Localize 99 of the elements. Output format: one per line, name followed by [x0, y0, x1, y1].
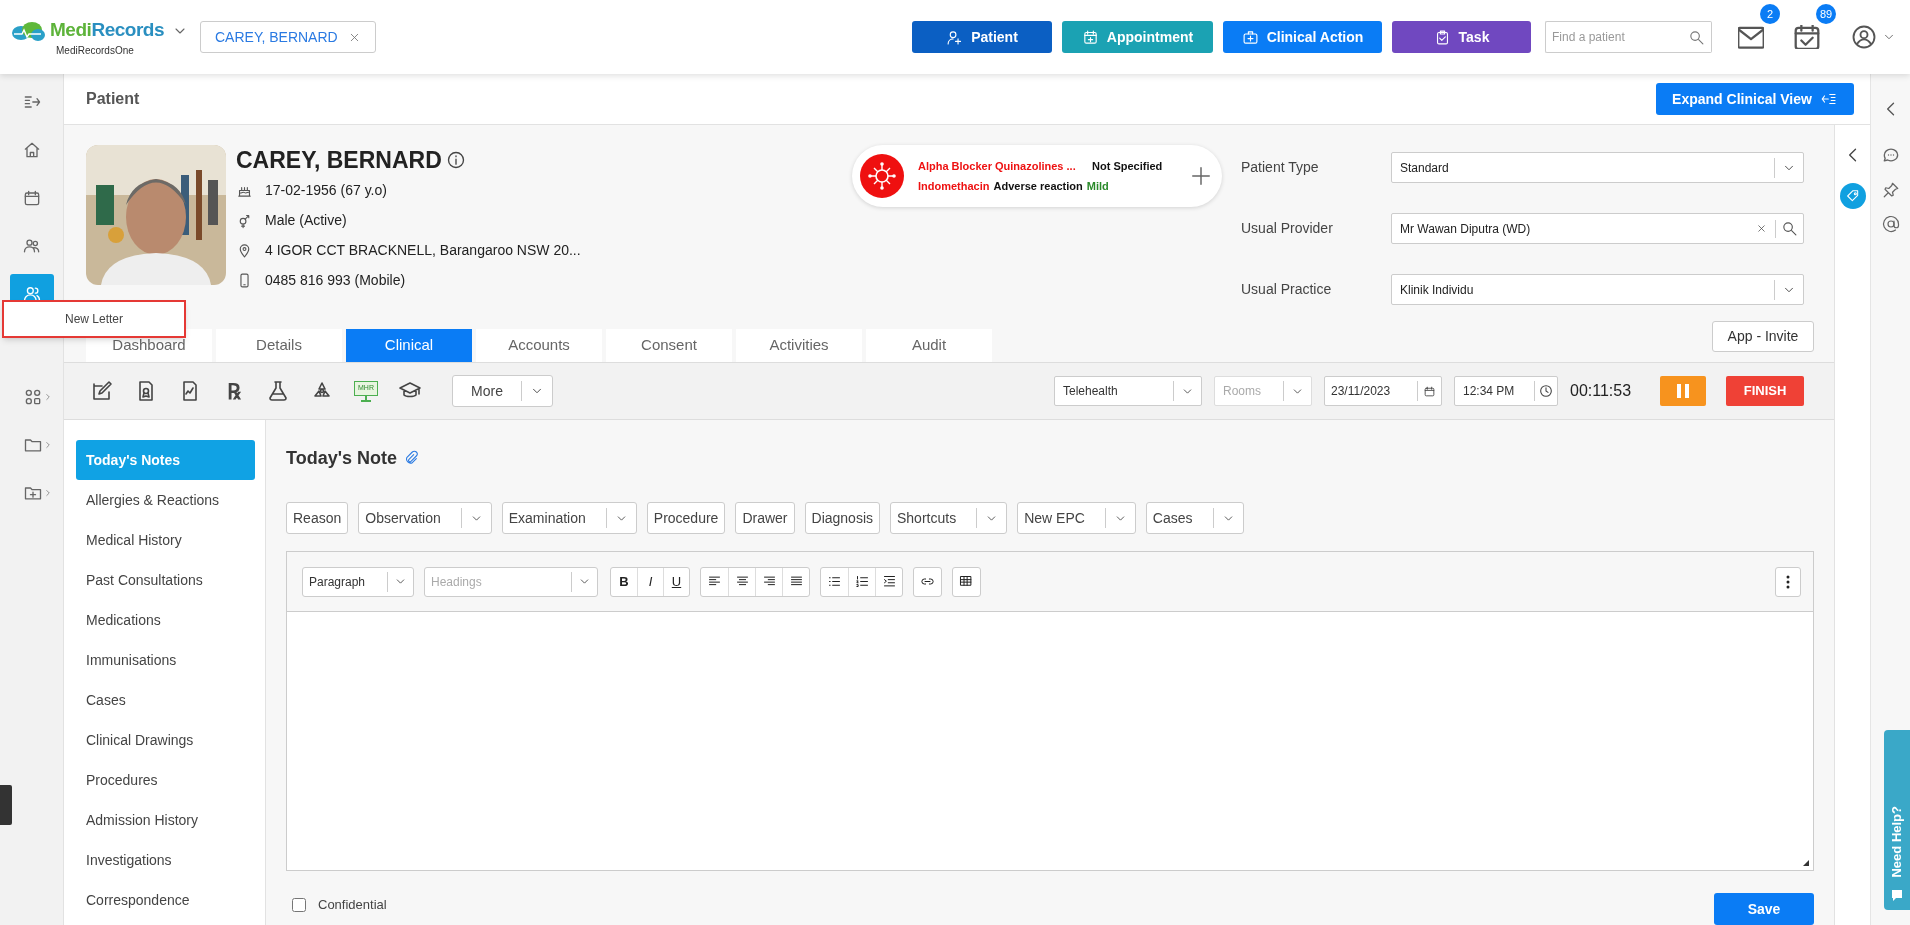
page-title: Patient [86, 89, 140, 109]
note-button[interactable]: Drawer [735, 502, 795, 534]
search-icon[interactable] [1781, 220, 1798, 237]
kebab-menu-icon [1786, 574, 1790, 589]
tab[interactable]: Details [216, 329, 342, 362]
flask-icon[interactable] [266, 379, 290, 403]
resize-handle-icon[interactable] [1803, 860, 1809, 866]
open-patient-tab[interactable]: CAREY, BERNARD [200, 21, 376, 53]
tab[interactable]: Activities [736, 329, 862, 362]
patient-detail: Male (Active) [265, 210, 347, 230]
action-button[interactable]: Patient [912, 21, 1052, 53]
virus-icon [860, 154, 904, 198]
action-button[interactable]: Clinical Action [1223, 21, 1382, 53]
format-button[interactable]: I [637, 567, 663, 596]
numbered-list-icon [854, 574, 870, 589]
clear-icon[interactable] [1756, 223, 1767, 234]
clinical-nav-item[interactable]: Investigations [76, 840, 255, 880]
tab[interactable]: Audit [866, 329, 992, 362]
side-handle[interactable] [0, 785, 12, 825]
dropdown-button[interactable]: Observation [358, 502, 492, 534]
clinical-nav-item[interactable]: Admission History [76, 800, 255, 840]
action-button[interactable]: Task [1392, 21, 1531, 53]
tab[interactable]: Accounts [476, 329, 602, 362]
more-dropdown[interactable]: More [452, 375, 553, 407]
menu-item[interactable]: New Letter [65, 310, 123, 328]
clinical-nav-item[interactable]: Medical History [76, 520, 255, 560]
app-invite-button[interactable]: App - Invite [1712, 321, 1814, 352]
patient-detail: 4 IGOR CCT BRACKNELL, Barangaroo NSW 20... [265, 240, 581, 260]
count-badge: 89 [1816, 4, 1836, 24]
add-icon[interactable] [1190, 165, 1212, 187]
date-field[interactable]: 23/11/2023 [1324, 376, 1442, 406]
cloud-logo-icon [10, 19, 46, 42]
timer: 00:11:53 [1570, 381, 1633, 401]
finish-button[interactable]: FINISH [1726, 376, 1804, 406]
clinical-nav-item[interactable]: Cases [76, 680, 255, 720]
mail-icon[interactable] [1738, 25, 1764, 49]
clinical-nav-item[interactable]: Clinical Drawings [76, 720, 255, 760]
allergy-card[interactable]: Alpha Blocker Quinazolines ... Not Specified Indomethacin Adverse reaction Mild [852, 145, 1222, 207]
dropdown-button[interactable]: Cases [1145, 502, 1244, 534]
allergy-reaction: Adverse reaction [993, 179, 1083, 194]
brand-name: MediRecords [50, 18, 165, 43]
user-plus-icon [946, 28, 964, 46]
speech-bubble-icon [1890, 888, 1904, 902]
medical-kit-icon [1241, 28, 1259, 46]
indent-icon [881, 574, 897, 589]
allergy-substance: Indomethacin [918, 179, 990, 194]
note-button[interactable]: Reason [286, 502, 349, 534]
patient-detail: 0485 816 993 (Mobile) [265, 270, 406, 290]
clinical-nav-item[interactable]: Past Consultations [76, 560, 255, 600]
note-button[interactable]: Diagnosis [804, 502, 880, 534]
field-label: Patient Type [1241, 158, 1320, 177]
info-icon[interactable] [445, 150, 466, 170]
patient-detail: 17-02-1956 (67 y.o) [265, 180, 387, 200]
clinical-nav-item[interactable]: Medications [76, 600, 255, 640]
brand-subtitle: MediRecordsOne [56, 43, 134, 58]
tag-icon [1844, 188, 1861, 204]
clinical-nav-item[interactable]: Immunisations [76, 640, 255, 680]
provider-search-field[interactable]: Mr Wawan Diputra (WD) [1391, 213, 1804, 244]
allergy-reaction: Not Specified [1092, 158, 1163, 174]
select-field[interactable]: Klinik Individu [1391, 274, 1804, 305]
prescription-symbol[interactable]: ℞ [222, 380, 246, 402]
checkbox-label: Confidential [318, 896, 387, 915]
bullet-list-icon [827, 574, 842, 589]
expand-clinical-view-button[interactable]: Expand Clinical View [1656, 83, 1854, 115]
field-label: Usual Practice [1241, 280, 1333, 299]
dropdown-button[interactable]: Examination [501, 502, 637, 534]
time-field[interactable]: 12:34 PM [1454, 376, 1558, 406]
note-title: Today's Note [286, 446, 397, 470]
paragraph-select[interactable]: Paragraph [302, 566, 414, 597]
table-icon [959, 574, 974, 589]
calendar-icon [1423, 384, 1436, 398]
calendar-plus-icon [1081, 28, 1099, 46]
tab[interactable]: Clinical [346, 329, 472, 362]
dropdown-button[interactable]: New EPC [1017, 502, 1136, 534]
calendar-check-icon[interactable] [1794, 25, 1820, 49]
pause-icon [1676, 383, 1690, 399]
clock-icon [1538, 383, 1554, 399]
format-button[interactable]: B [611, 567, 637, 596]
tab[interactable]: Consent [606, 329, 732, 362]
visit-type-select[interactable]: Telehealth [1054, 376, 1202, 406]
count-badge: 2 [1760, 4, 1780, 24]
note-button[interactable]: Procedure [646, 502, 726, 534]
clinical-nav-item[interactable]: Correspondence [76, 880, 255, 920]
at-sign-icon[interactable] [1881, 215, 1900, 233]
dropdown-button[interactable]: Shortcuts [890, 502, 1008, 534]
allergy-substance: Alpha Blocker Quinazolines ... [918, 158, 1077, 174]
patient-name: CAREY, BERNARD [236, 145, 442, 175]
clinical-nav-item[interactable]: Allergies & Reactions [76, 480, 255, 520]
format-button[interactable]: U [663, 567, 689, 596]
clinical-nav-item[interactable]: Procedures [76, 760, 255, 800]
confidential-checkbox[interactable] [292, 898, 306, 912]
edit-icon[interactable] [90, 379, 114, 403]
user-avatar-icon[interactable] [1850, 23, 1878, 51]
field-label: Usual Provider [1241, 219, 1334, 238]
save-button[interactable]: Save [1714, 893, 1814, 925]
select-field[interactable]: Standard [1391, 152, 1804, 183]
tag-button[interactable] [1839, 183, 1866, 209]
pin-icon[interactable] [1881, 181, 1900, 199]
allergy-severity: Mild [1086, 179, 1109, 194]
